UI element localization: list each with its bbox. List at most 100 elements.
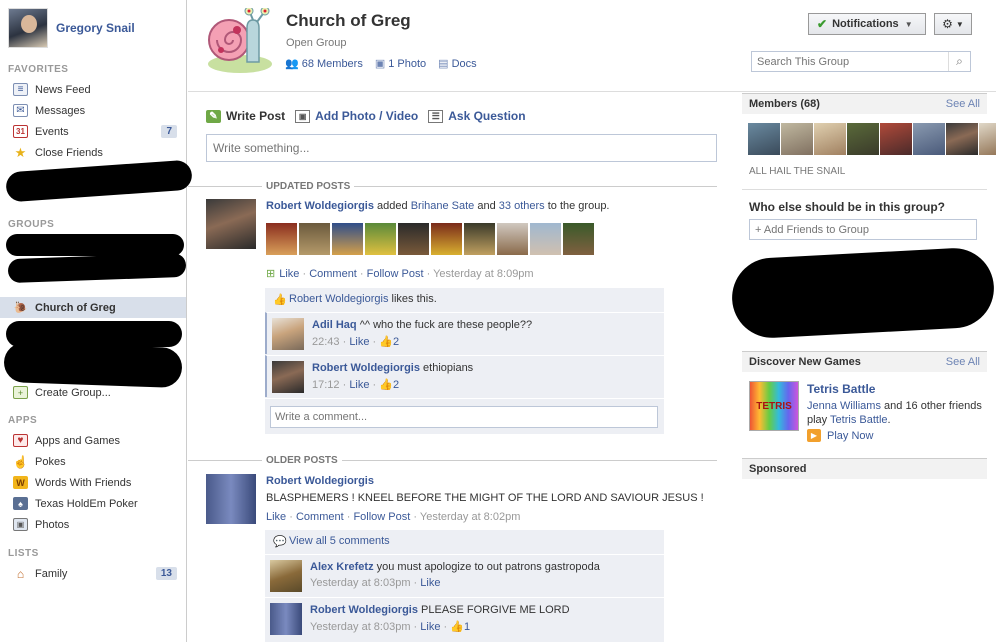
member-thumb[interactable] (299, 223, 330, 255)
members-link[interactable]: 👥 68 Members (285, 57, 363, 70)
commenter-name[interactable]: Alex Krefetz (310, 561, 374, 573)
sidebar-item-pokes[interactable]: ☝ Pokes (0, 451, 186, 472)
commenter-avatar[interactable] (272, 318, 304, 350)
comment-text: ^^ who the fuck are these people?? (359, 319, 533, 331)
search-input[interactable] (752, 52, 948, 71)
game-title-link[interactable]: Tetris Battle (807, 382, 875, 396)
sidebar-item-label: Messages (35, 104, 86, 117)
profile-avatar[interactable] (8, 8, 48, 48)
sidebar-item-messages[interactable]: ✉ Messages (0, 100, 186, 121)
comment-text: you must apologize to out patrons gastro… (376, 561, 600, 573)
profile-name[interactable]: Gregory Snail (56, 21, 135, 35)
author-avatar[interactable] (206, 199, 256, 249)
comment-like-count[interactable]: 👍2 (379, 379, 399, 391)
member-thumb[interactable] (497, 223, 528, 255)
notifications-button[interactable]: ✔ Notifications ▼ (808, 13, 926, 35)
post-timestamp: Yesterday at 8:02pm (419, 511, 521, 523)
comment-time: 22:43 (312, 336, 340, 348)
tab-write-post[interactable]: ✎ Write Post (206, 109, 285, 123)
sidebar-item-events[interactable]: 31 Events 7 (0, 121, 186, 142)
tab-add-photo-video[interactable]: ▣ Add Photo / Video (295, 109, 418, 123)
member-thumb[interactable] (398, 223, 429, 255)
comment-like-link[interactable]: Like (349, 336, 369, 348)
comment-like-link[interactable]: Like (349, 379, 369, 391)
like-link[interactable]: Like (266, 511, 286, 523)
member-avatar[interactable] (814, 123, 846, 155)
member-thumb[interactable] (464, 223, 495, 255)
member-thumb[interactable] (332, 223, 363, 255)
post-author-link[interactable]: Robert Woldegiorgis (266, 475, 374, 487)
group-header: Church of Greg Open Group 👥 68 Members ▣ 1… (188, 0, 996, 92)
sidebar-item-label: Create Group... (35, 386, 111, 399)
poker-icon: ♠ (13, 497, 28, 510)
photos-link[interactable]: ▣ 1 Photo (375, 57, 426, 70)
follow-post-link[interactable]: Follow Post (353, 511, 410, 523)
commenter-name[interactable]: Robert Woldegiorgis (310, 604, 418, 616)
commenter-avatar[interactable] (270, 603, 302, 635)
redaction-scribble (6, 234, 184, 256)
search-icon[interactable]: ⌕ (948, 52, 970, 71)
tab-ask-question[interactable]: ☰ Ask Question (428, 109, 526, 123)
write-post-icon: ✎ (206, 109, 221, 123)
commenter-name[interactable]: Robert Woldegiorgis (312, 362, 420, 374)
sidebar-item-words-with-friends[interactable]: W Words With Friends (0, 472, 186, 493)
comment-link[interactable]: Comment (309, 268, 357, 280)
sidebar-item-family[interactable]: ⌂ Family 13 (0, 563, 186, 584)
member-thumb[interactable] (431, 223, 462, 255)
sponsored-heading: Sponsored (742, 458, 987, 479)
sidebar-item-photos[interactable]: ▣ Photos (0, 514, 186, 535)
friend-link[interactable]: Jenna Williams (807, 400, 881, 412)
sidebar-item-apps-and-games[interactable]: ♥ Apps and Games (0, 430, 186, 451)
game-link[interactable]: Tetris Battle (830, 414, 887, 426)
comment-link[interactable]: Comment (296, 511, 344, 523)
gear-icon: ⚙ (942, 17, 953, 31)
member-avatar[interactable] (946, 123, 978, 155)
member-thumb[interactable] (563, 223, 594, 255)
docs-link[interactable]: ▤ Docs (438, 57, 476, 70)
commenter-avatar[interactable] (272, 361, 304, 393)
sidebar-item-church-of-greg[interactable]: 🐌 Church of Greg (0, 297, 186, 318)
commenter-name[interactable]: Adil Haq (312, 319, 357, 331)
sidebar-item-news-feed[interactable]: ≡ News Feed (0, 79, 186, 100)
tetris-battle-icon[interactable]: TETRIS (749, 381, 799, 431)
profile-link[interactable]: Gregory Snail (8, 8, 135, 48)
group-picture[interactable] (207, 6, 273, 74)
member-thumb[interactable] (266, 223, 297, 255)
member-thumb[interactable] (365, 223, 396, 255)
member-avatar[interactable] (880, 123, 912, 155)
play-now-link[interactable]: ▶ Play Now (807, 429, 873, 442)
comment-input[interactable] (270, 406, 658, 428)
sidebar-item-texas-holdem[interactable]: ♠ Texas HoldEm Poker (0, 493, 186, 514)
mention-link[interactable]: Brihane Sate (411, 200, 475, 212)
commenter-avatar[interactable] (270, 560, 302, 592)
member-thumb[interactable] (530, 223, 561, 255)
others-link[interactable]: 33 others (499, 200, 545, 212)
page-title: Church of Greg (286, 11, 411, 30)
settings-button[interactable]: ⚙ ▼ (934, 13, 972, 35)
liker-link[interactable]: Robert Woldegiorgis (289, 293, 388, 305)
calendar-icon: 31 (13, 125, 28, 138)
see-all-members-link[interactable]: See All (946, 98, 980, 110)
sidebar-item-label: Photos (35, 518, 70, 531)
member-avatar[interactable] (979, 123, 996, 155)
view-all-comments-link[interactable]: View all 5 comments (289, 535, 390, 547)
follow-post-link[interactable]: Follow Post (367, 268, 424, 280)
comment-like-count[interactable]: 👍2 (379, 336, 399, 348)
comment-row: Robert Woldegiorgis ethiopians 17:12 · L… (265, 355, 664, 397)
sidebar-item-close-friends[interactable]: ★ Close Friends (0, 142, 186, 163)
comment-like-link[interactable]: Like (420, 621, 440, 633)
add-friends-input[interactable] (749, 219, 977, 240)
member-avatar[interactable] (781, 123, 813, 155)
comment-body: Adil Haq ^^ who the fuck are these peopl… (312, 319, 532, 331)
see-all-games-link[interactable]: See All (946, 356, 980, 368)
author-avatar[interactable] (206, 474, 256, 524)
member-avatar[interactable] (748, 123, 780, 155)
create-group-link[interactable]: + Create Group... (0, 382, 186, 403)
like-link[interactable]: Like (279, 268, 299, 280)
member-avatar[interactable] (847, 123, 879, 155)
post-author-link[interactable]: Robert Woldegiorgis (266, 200, 374, 212)
composer-input[interactable] (206, 134, 717, 162)
comment-like-count[interactable]: 👍1 (450, 621, 470, 633)
member-avatar[interactable] (913, 123, 945, 155)
comment-like-link[interactable]: Like (420, 577, 440, 589)
